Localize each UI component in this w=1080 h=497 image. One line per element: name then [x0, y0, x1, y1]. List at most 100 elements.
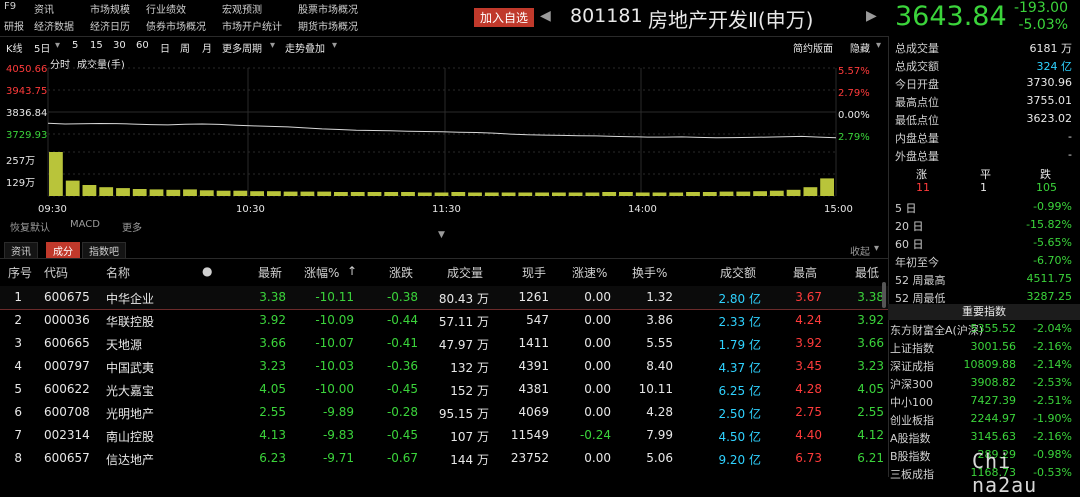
row-latest: 6.23	[259, 451, 286, 465]
col-volume[interactable]: 成交量	[447, 264, 483, 281]
overlay-trend[interactable]: 走势叠加	[285, 40, 325, 55]
col-turnover[interactable]: 换手%	[632, 264, 667, 281]
tab-forum[interactable]: 指数吧	[82, 242, 126, 259]
period-value: 4511.75	[1026, 272, 1073, 285]
index-pct: -2.04%	[1033, 322, 1072, 335]
row-speed: 0.00	[584, 336, 611, 350]
period-day[interactable]: 日	[160, 40, 170, 55]
table-row[interactable]: 7 002314 南山控股 4.13 -9.83 -0.45 107 万 11549 -0.24…	[0, 424, 888, 447]
period-label: 20 日	[895, 220, 924, 233]
row-name: 天地源	[106, 338, 143, 352]
index-name[interactable]: A股指数	[890, 430, 931, 446]
row-current-hand: 23752	[510, 451, 549, 465]
menu-item-futures-overview[interactable]: 期货市场概况	[298, 18, 358, 33]
table-row[interactable]: 2 000036 华联控股 3.92 -10.09 -0.44 57.11 万 547 0.00…	[0, 309, 888, 332]
col-marker-icon: ●	[202, 264, 213, 278]
volume-bar	[116, 188, 130, 196]
col-speed[interactable]: 涨速%	[572, 264, 607, 281]
more-indicators-button[interactable]: 更多	[122, 219, 142, 234]
row-volume: 80.43 万	[438, 292, 489, 306]
period-5min[interactable]: 5	[72, 40, 78, 51]
col-index[interactable]: 序号	[8, 264, 32, 281]
index-name[interactable]: 上证指数	[890, 340, 934, 356]
menu-item-industry[interactable]: 行业绩效	[146, 1, 186, 16]
chevron-down-icon[interactable]: ▾	[55, 40, 60, 51]
table-row[interactable]: 5 600622 光大嘉宝 4.05 -10.00 -0.45 152 万 4381 0.00 1…	[0, 378, 888, 401]
collapse-button[interactable]: 收起	[850, 243, 870, 258]
table-row[interactable]: 6 600708 光明地产 2.55 -9.89 -0.28 95.15 万 4069 0.00…	[0, 401, 888, 424]
period-15min[interactable]: 15	[90, 40, 103, 51]
period-60min[interactable]: 60	[136, 40, 149, 51]
tab-news[interactable]: 资讯	[4, 242, 38, 259]
prev-arrow-icon[interactable]: ◀	[540, 8, 551, 24]
row-change: -0.36	[386, 359, 418, 373]
volume-bar	[367, 192, 382, 196]
index-name[interactable]: 中小100	[890, 394, 933, 410]
next-arrow-icon[interactable]: ▶	[866, 8, 877, 24]
chevron-down-icon[interactable]: ▾	[332, 40, 337, 51]
menu-item-econ-data[interactable]: 经济数据	[34, 18, 74, 33]
row-volume: 144 万	[450, 453, 489, 467]
menu-item-research[interactable]: 研报	[4, 18, 24, 33]
period-kline[interactable]: K线	[6, 40, 23, 55]
volume-bar	[518, 192, 533, 196]
period-30min[interactable]: 30	[113, 40, 126, 51]
col-current-hand[interactable]: 现手	[522, 264, 546, 281]
restore-default-button[interactable]: 恢复默认	[10, 219, 50, 234]
index-name[interactable]: 深证成指	[890, 358, 934, 374]
chevron-down-icon[interactable]: ▾	[876, 40, 881, 51]
stat-label: 外盘总量	[895, 150, 939, 163]
index-name[interactable]: 沪深300	[890, 376, 933, 392]
col-change[interactable]: 涨跌	[389, 264, 413, 281]
col-code[interactable]: 代码	[44, 264, 68, 281]
more-periods[interactable]: 更多周期	[222, 40, 262, 55]
security-code: 801181	[570, 5, 643, 27]
volume-bar	[250, 191, 264, 196]
col-low[interactable]: 最低	[855, 264, 879, 281]
row-turnover: 8.40	[646, 359, 673, 373]
row-volume: 47.97 万	[438, 338, 489, 352]
table-row[interactable]: 3 600665 天地源 3.66 -10.07 -0.41 47.97 万 1411 0.00…	[0, 332, 888, 355]
add-favorite-button[interactable]: 加入自选	[474, 8, 535, 27]
menu-item-news[interactable]: 资讯	[34, 1, 54, 16]
col-pct-change[interactable]: 涨幅%	[304, 264, 339, 281]
collapse-down-icon[interactable]: ▼	[438, 230, 445, 240]
sort-up-icon[interactable]: ↑	[347, 264, 357, 278]
volume-bar	[602, 192, 617, 196]
stat-label: 总成交量	[895, 42, 939, 55]
chevron-down-icon[interactable]: ▾	[270, 40, 275, 51]
table-row[interactable]: 1 600675 中华企业 3.38 -10.11 -0.38 80.43 万 1261 0.0…	[0, 286, 888, 310]
period-week[interactable]: 周	[180, 40, 190, 55]
tab-components[interactable]: 成分	[46, 242, 80, 259]
period-5day[interactable]: 5日	[34, 40, 50, 55]
col-high[interactable]: 最高	[793, 264, 817, 281]
table-scrollbar[interactable]	[882, 282, 886, 308]
table-row[interactable]: 8 600657 信达地产 6.23 -9.71 -0.67 144 万 23752 0.00 5…	[0, 447, 888, 470]
menu-item-f9[interactable]: F9	[4, 1, 16, 12]
row-name: 华联控股	[106, 315, 155, 329]
col-name[interactable]: 名称	[106, 264, 130, 281]
index-name[interactable]: 三板成指	[890, 466, 934, 482]
menu-item-bond-overview[interactable]: 债券市场概况	[146, 18, 206, 33]
menu-item-account-stats[interactable]: 市场开户统计	[222, 18, 282, 33]
table-row[interactable]: 4 000797 中国武夷 3.23 -10.03 -0.36 132 万 4391 0.00 8…	[0, 355, 888, 378]
col-amount[interactable]: 成交额	[720, 264, 756, 281]
intraday-chart[interactable]: 4050.66 3943.75 3836.84 3729.93 257万 129万 5.57…	[0, 60, 888, 220]
simple-layout-button[interactable]: 简约版面	[793, 40, 833, 55]
menu-item-econ-calendar[interactable]: 经济日历	[90, 18, 130, 33]
menu-item-macro[interactable]: 宏观预测	[222, 1, 262, 16]
row-low: 3.23	[857, 359, 884, 373]
index-name[interactable]: 创业板指	[890, 412, 934, 428]
price-line	[47, 122, 837, 139]
index-name[interactable]: B股指数	[890, 448, 931, 464]
chevron-down-icon[interactable]: ▾	[874, 243, 879, 254]
menu-item-stock-overview[interactable]: 股票市场概况	[298, 1, 358, 16]
volume-bar	[753, 191, 767, 196]
period-month[interactable]: 月	[202, 40, 212, 55]
menu-item-market-size[interactable]: 市场规模	[90, 1, 130, 16]
row-turnover: 10.11	[638, 382, 673, 396]
col-latest[interactable]: 最新	[258, 264, 282, 281]
macd-button[interactable]: MACD	[70, 219, 100, 230]
row-change: -0.28	[386, 405, 418, 419]
hide-button[interactable]: 隐藏	[850, 40, 870, 55]
